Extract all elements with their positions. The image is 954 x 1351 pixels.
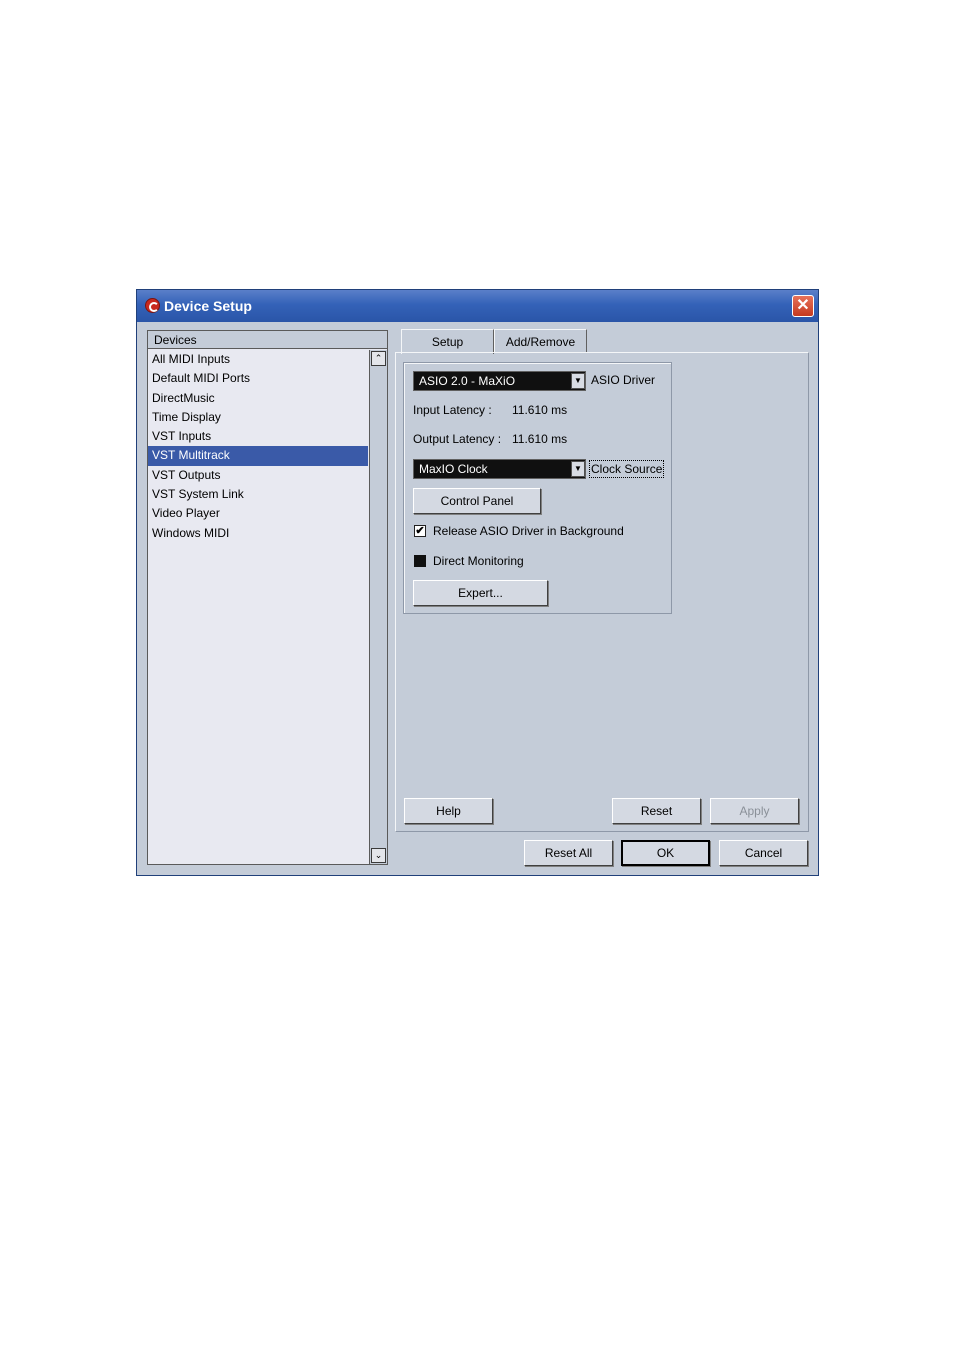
release-asio-label[interactable]: Release ASIO Driver in Background — [433, 524, 624, 538]
direct-monitoring-checkbox[interactable] — [414, 555, 426, 567]
list-item[interactable]: Default MIDI Ports — [148, 369, 368, 388]
release-asio-checkbox[interactable]: ✔ — [414, 525, 426, 537]
chevron-down-icon: ⌄ — [374, 850, 383, 860]
asio-driver-value: ASIO 2.0 - MaXiO — [419, 374, 516, 388]
reset-button[interactable]: Reset — [612, 798, 701, 824]
list-item[interactable]: Video Player — [148, 504, 368, 523]
chevron-up-icon: ⌃ — [374, 353, 383, 363]
input-latency-label: Input Latency : — [413, 403, 492, 417]
list-item[interactable]: Time Display — [148, 408, 368, 427]
clock-source-value: MaxIO Clock — [419, 462, 488, 476]
apply-button[interactable]: Apply — [710, 798, 799, 824]
devices-items: All MIDI Inputs Default MIDI Ports Direc… — [148, 350, 368, 543]
vertical-scrollbar[interactable]: ⌃ ⌄ — [369, 350, 387, 864]
clock-source-select[interactable]: MaxIO Clock ▼ — [413, 459, 586, 479]
help-button[interactable]: Help — [404, 798, 493, 824]
list-item[interactable]: Windows MIDI — [148, 524, 368, 543]
list-item[interactable]: VST Outputs — [148, 466, 368, 485]
device-setup-dialog: Device Setup ✕ Devices All MIDI Inputs D… — [136, 289, 819, 876]
cancel-button[interactable]: Cancel — [719, 840, 808, 866]
clock-source-label[interactable]: Clock Source — [588, 460, 665, 478]
input-latency-value: 11.610 ms — [512, 403, 568, 417]
list-item[interactable]: VST Inputs — [148, 427, 368, 446]
asio-driver-select[interactable]: ASIO 2.0 - MaXiO ▼ — [413, 371, 586, 391]
scroll-down-button[interactable]: ⌄ — [371, 848, 386, 863]
close-button[interactable]: ✕ — [792, 295, 814, 317]
devices-header: Devices — [148, 331, 387, 349]
scroll-up-button[interactable]: ⌃ — [371, 351, 386, 366]
control-panel-button[interactable]: Control Panel — [413, 488, 541, 514]
direct-monitoring-label[interactable]: Direct Monitoring — [433, 554, 524, 568]
dialog-title: Device Setup — [164, 298, 252, 314]
dropdown-arrow-icon[interactable]: ▼ — [571, 461, 585, 477]
output-latency-label: Output Latency : — [413, 432, 502, 446]
dropdown-arrow-icon[interactable]: ▼ — [571, 373, 585, 389]
list-item[interactable]: VST System Link — [148, 485, 368, 504]
asio-driver-label: ASIO Driver — [591, 373, 656, 387]
cubase-logo-icon — [145, 298, 160, 313]
tab-setup[interactable]: Setup — [401, 329, 494, 354]
list-item-selected[interactable]: VST Multitrack — [148, 446, 368, 466]
title-bar[interactable]: Device Setup ✕ — [137, 290, 818, 322]
expert-button[interactable]: Expert... — [413, 580, 548, 606]
output-latency-value: 11.610 ms — [512, 432, 568, 446]
ok-button[interactable]: OK — [621, 840, 710, 866]
list-item[interactable]: DirectMusic — [148, 389, 368, 408]
devices-list: Devices All MIDI Inputs Default MIDI Por… — [147, 330, 388, 865]
tab-add-remove[interactable]: Add/Remove — [494, 329, 587, 353]
reset-all-button[interactable]: Reset All — [524, 840, 613, 866]
list-item[interactable]: All MIDI Inputs — [148, 350, 368, 369]
